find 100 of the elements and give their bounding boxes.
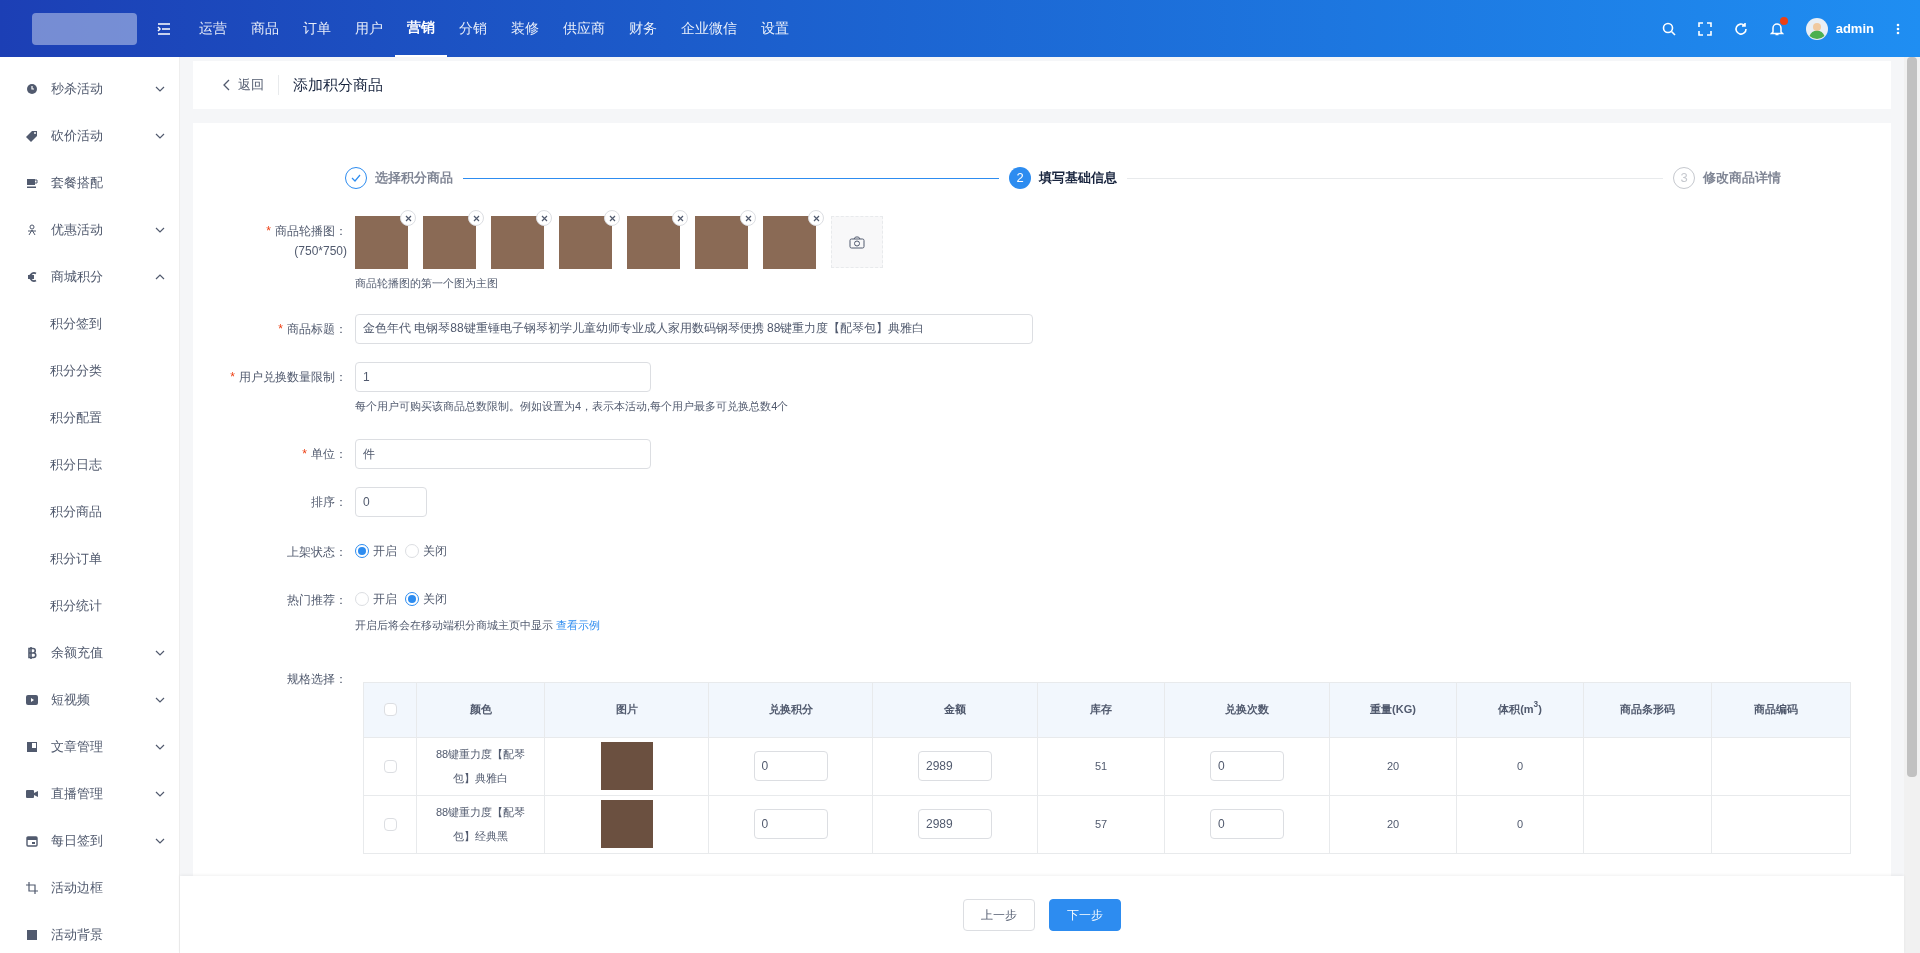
column-header: 颜色: [417, 682, 545, 737]
close-button[interactable]: [604, 210, 620, 226]
input-field[interactable]: 0: [753, 809, 828, 839]
upload-button[interactable]: [831, 216, 883, 268]
close-button[interactable]: [808, 210, 824, 226]
search-icon: [1661, 21, 1676, 36]
close-icon: [540, 214, 548, 222]
page-title: 添加积分商品: [293, 74, 383, 95]
sidebar-subitem[interactable]: 积分统计: [0, 582, 179, 629]
camera-icon: [849, 235, 865, 249]
sidebar-item[interactable]: 优惠活动: [0, 206, 179, 253]
field-label: 用户兑换数量限制：: [239, 368, 347, 386]
radio-option[interactable]: 关闭: [405, 590, 447, 608]
input-field[interactable]: 件: [355, 439, 651, 469]
sidebar-subitem[interactable]: 积分商品: [0, 488, 179, 535]
sidebar-item[interactable]: 短视频: [0, 676, 179, 723]
sidebar-item[interactable]: 活动背景: [0, 911, 179, 953]
avatar-icon: [1805, 17, 1828, 40]
close-icon: [608, 214, 616, 222]
sidebar-item[interactable]: 每日签到: [0, 817, 179, 864]
input-field[interactable]: 0: [1210, 809, 1284, 839]
close-button[interactable]: [400, 210, 416, 226]
step-label: 选择积分商品: [375, 169, 453, 188]
nav-tab[interactable]: 运营: [187, 0, 239, 57]
fullscreen-icon: [1697, 21, 1712, 36]
input-field[interactable]: 金色年代 电钢琴88键重锤电子钢琴初学儿童幼师专业成人家用数码钢琴便携 88键重力度【配琴包】典雅白: [355, 313, 1033, 344]
sidebar-subitem[interactable]: 积分日志: [0, 441, 179, 488]
photo-placeholder: [627, 216, 680, 269]
step-button[interactable]: 上一步: [963, 898, 1035, 931]
table-cell-text: 0: [1516, 758, 1524, 774]
nav-tab[interactable]: 订单: [291, 0, 343, 57]
input-field[interactable]: 0: [753, 751, 828, 781]
photo-placeholder: [600, 800, 653, 848]
calendar-icon: [26, 834, 38, 847]
close-button[interactable]: [536, 210, 552, 226]
close-button[interactable]: [740, 210, 756, 226]
sidebar-subitem[interactable]: 积分配置: [0, 394, 179, 441]
field-label: 商品轮播图：: [275, 223, 347, 240]
sidebar-item[interactable]: 套餐搭配: [0, 159, 179, 206]
column-header: 库存: [1038, 682, 1165, 737]
nav-tab[interactable]: 装修: [499, 0, 551, 57]
required-mark: *: [302, 446, 307, 463]
column-header: 金额: [873, 682, 1038, 737]
input-field[interactable]: 1: [355, 361, 651, 392]
check-icon: [351, 174, 361, 182]
field-label: 规格选择：: [286, 670, 348, 688]
radio-option[interactable]: 关闭: [405, 542, 447, 560]
table-cell-text: 88键重力度【配琴包】典雅白: [434, 747, 527, 786]
checkbox[interactable]: [383, 759, 397, 773]
table-cell-text: 57: [1094, 816, 1108, 832]
required-mark: *: [278, 320, 283, 338]
crop-icon: [26, 881, 38, 894]
table-cell-text: 88键重力度【配琴包】经典黑: [434, 805, 527, 844]
close-button[interactable]: [672, 210, 688, 226]
sidebar-subitem[interactable]: 积分签到: [0, 300, 179, 347]
photo-placeholder: [355, 216, 408, 269]
back-link[interactable]: 返回: [223, 75, 279, 95]
sidebar-item[interactable]: 商城积分: [0, 253, 179, 300]
clock-icon: [26, 82, 38, 95]
sidebar-item[interactable]: 余额充值: [0, 629, 179, 676]
video-icon: [26, 693, 38, 706]
field-label: 排序：: [311, 494, 347, 511]
sidebar-item[interactable]: 砍价活动: [0, 112, 179, 159]
input-field[interactable]: 0: [1210, 751, 1284, 781]
radio-option[interactable]: 开启: [355, 542, 397, 560]
table-cell-text: 51: [1094, 758, 1108, 774]
sidebar-item[interactable]: 直播管理: [0, 770, 179, 817]
photo-placeholder: [600, 742, 653, 790]
close-button[interactable]: [468, 210, 484, 226]
nav-tab[interactable]: 商品: [239, 0, 291, 57]
photo-placeholder: [695, 216, 748, 269]
sidebar-item[interactable]: 活动边框: [0, 864, 179, 911]
radio-option[interactable]: 开启: [355, 590, 397, 608]
nav-tab[interactable]: 用户: [343, 0, 395, 57]
close-icon: [812, 214, 820, 222]
input-field[interactable]: 2989: [918, 751, 992, 781]
input-field[interactable]: 0: [355, 487, 427, 517]
field-label: 热门推荐：: [287, 592, 347, 609]
field-label: 商品标题：: [287, 320, 347, 338]
example-link[interactable]: 查看示例: [556, 619, 601, 631]
photo-placeholder: [763, 216, 816, 269]
sidebar-subitem[interactable]: 积分分类: [0, 347, 179, 394]
sidebar-item[interactable]: 文章管理: [0, 723, 179, 770]
bell-icon: [1769, 21, 1784, 36]
nav-tab[interactable]: 企业微信: [669, 0, 749, 57]
nav-tab[interactable]: 营销: [395, 0, 447, 57]
column-header: 重量(KG): [1330, 682, 1457, 737]
nav-tab[interactable]: 分销: [447, 0, 499, 57]
checkbox[interactable]: [383, 703, 397, 716]
sidebar-subitem[interactable]: 积分订单: [0, 535, 179, 582]
step-number: 2: [1009, 167, 1031, 189]
nav-tab[interactable]: 财务: [617, 0, 669, 57]
nav-tab[interactable]: 供应商: [551, 0, 617, 57]
photo-placeholder: [559, 216, 612, 269]
sidebar-item[interactable]: 秒杀活动: [0, 65, 179, 112]
hint-text: 商品轮播图的第一个图为主图: [355, 276, 499, 291]
nav-tab[interactable]: 设置: [749, 0, 801, 57]
input-field[interactable]: 2989: [918, 809, 992, 839]
checkbox[interactable]: [383, 817, 397, 831]
figure-icon: [26, 223, 38, 236]
